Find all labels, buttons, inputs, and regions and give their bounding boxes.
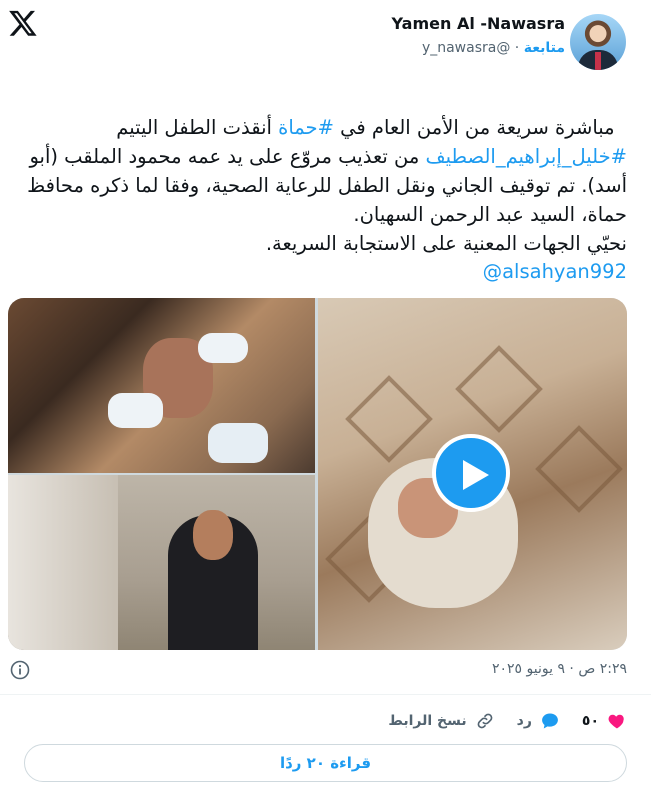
photo-background (8, 475, 118, 650)
copy-link-button[interactable]: نسخ الرابط (388, 711, 494, 731)
tweet-text-segment: مباشرة سريعة من الأمن العام في (333, 116, 615, 139)
photo-glove (208, 423, 268, 463)
hashtag-hama[interactable]: #حماة (278, 116, 334, 139)
photo-detained-man[interactable] (8, 475, 315, 650)
reply-button[interactable]: رد (517, 711, 560, 731)
play-icon (463, 460, 489, 490)
carpet-pattern (535, 425, 623, 513)
photo-medical-treatment[interactable] (8, 298, 315, 473)
hashtag-khalil[interactable]: #خليل_إبراهيم_الصطيف (425, 145, 627, 168)
media-grid (8, 298, 627, 650)
x-logo-icon[interactable] (8, 8, 38, 38)
play-button[interactable] (432, 434, 510, 512)
video-thumbnail[interactable] (318, 298, 627, 650)
tweet-text-segment: أنقذت الطفل اليتيم (110, 116, 279, 139)
carpet-pattern (345, 375, 433, 463)
reply-label: رد (516, 713, 532, 729)
photo-glove (108, 393, 163, 428)
link-icon (477, 713, 493, 729)
follow-button[interactable]: متابعة (524, 40, 565, 56)
heart-icon (608, 714, 624, 729)
like-count: ٥٠ (581, 713, 599, 729)
user-handle[interactable]: @y_nawasra (422, 40, 510, 56)
mention-link[interactable]: @alsahyan992 (483, 260, 627, 283)
photo-glove (198, 333, 248, 363)
like-button[interactable]: ٥٠ (582, 711, 627, 731)
read-replies-button[interactable]: قراءة ٢٠ ردًا (24, 744, 627, 782)
handle-row: متابعة · @y_nawasra (422, 40, 565, 56)
carpet-pattern (455, 345, 543, 433)
photo-face (193, 510, 233, 560)
reply-bubble-icon (541, 713, 558, 729)
action-bar: ٥٠ رد نسخ الرابط (388, 710, 627, 732)
tweet-text: مباشرة سريعة من الأمن العام في #حماة أنق… (17, 84, 627, 258)
avatar-tie (595, 52, 601, 70)
info-icon[interactable] (10, 660, 30, 680)
display-name[interactable]: Yamen Al -Nawasra (392, 14, 565, 33)
tweet-timestamp[interactable]: ٢:٢٩ ص · ٩ يونيو ٢٠٢٥ (492, 661, 627, 677)
divider (0, 694, 651, 695)
separator: · (514, 40, 520, 56)
copy-link-label: نسخ الرابط (388, 713, 467, 729)
avatar[interactable] (570, 14, 626, 70)
